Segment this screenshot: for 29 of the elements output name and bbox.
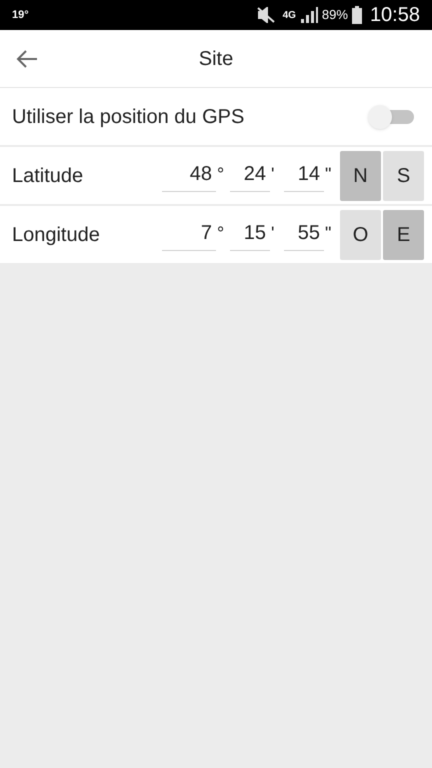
back-icon — [16, 50, 38, 68]
degrees-field[interactable]: 7 — [162, 218, 216, 251]
temperature-text: 19° — [12, 8, 29, 23]
minutes-field[interactable]: 15 — [230, 218, 270, 251]
clock-text: 10:58 — [370, 3, 420, 28]
gps-toggle[interactable] — [368, 104, 416, 130]
page-title: Site — [198, 46, 234, 72]
degrees-field[interactable]: 48 — [162, 159, 216, 192]
network-text: 4G — [282, 8, 296, 22]
gps-label: Utiliser la position du GPS — [12, 104, 246, 130]
mute-icon — [256, 7, 275, 23]
battery-icon — [352, 6, 362, 24]
hemisphere-button[interactable]: O — [340, 210, 381, 260]
hemisphere-button[interactable]: N — [340, 150, 381, 200]
minutes-field[interactable]: 24 — [230, 159, 270, 192]
unit-sign: ° — [217, 163, 226, 186]
seconds-field[interactable]: 14 — [284, 159, 324, 192]
unit-sign: ' — [271, 222, 276, 245]
signal-icon — [300, 7, 318, 23]
unit-sign: ' — [271, 163, 276, 186]
hemisphere-button[interactable]: S — [383, 150, 424, 200]
unit-sign: " — [325, 163, 332, 186]
hemisphere-button[interactable]: E — [383, 210, 424, 260]
unit-sign: " — [325, 222, 332, 245]
seconds-field[interactable]: 55 — [284, 218, 324, 251]
battery-text: 89% — [322, 6, 348, 24]
coordinate-label: Latitude — [12, 164, 84, 188]
unit-sign: ° — [217, 222, 226, 245]
coordinate-label: Longitude — [12, 222, 101, 248]
